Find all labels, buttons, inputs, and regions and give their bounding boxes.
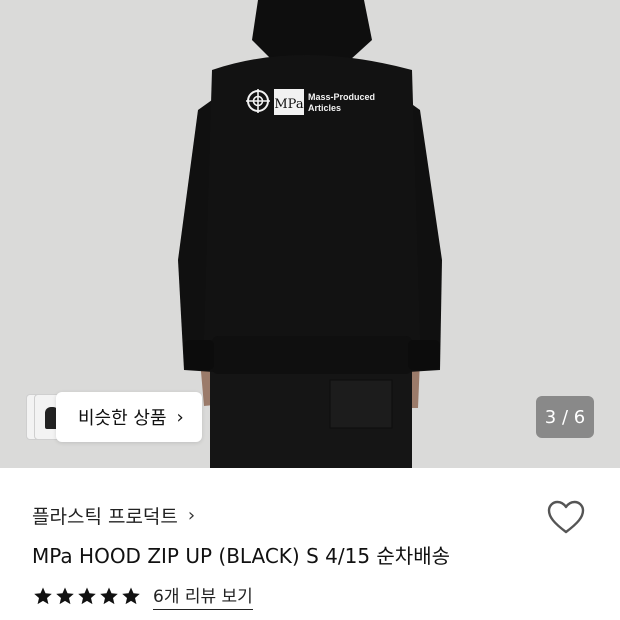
- chevron-right-icon: ›: [187, 505, 196, 526]
- star-icon: [100, 587, 118, 605]
- product-title: MPa HOOD ZIP UP (BLACK) S 4/15 순차배송: [32, 544, 451, 568]
- print-tagline-1: Mass-Produced: [308, 92, 375, 102]
- similar-products-label: 비슷한 상품: [78, 408, 167, 429]
- chevron-right-icon: ›: [176, 406, 184, 428]
- rating-row: 6개 리뷰 보기: [33, 582, 253, 610]
- print-logo-text: MPa: [274, 97, 303, 112]
- brand-link[interactable]: 플라스틱 프로덕트 ›: [32, 502, 195, 529]
- similar-products-button[interactable]: 비슷한 상품 ›: [56, 392, 202, 442]
- product-image-gallery[interactable]: MPa Mass-Produced Articles 비슷한 상품 › 3 / …: [0, 0, 620, 468]
- star-icon: [34, 587, 52, 605]
- product-info: 플라스틱 프로덕트 › MPa HOOD ZIP UP (BLACK) S 4/…: [0, 468, 620, 620]
- print-tagline-2: Articles: [308, 103, 341, 113]
- star-icon: [78, 587, 96, 605]
- heart-outline-icon[interactable]: [546, 498, 586, 538]
- image-counter: 3 / 6: [536, 396, 594, 438]
- star-icon: [122, 587, 140, 605]
- review-link[interactable]: 6개 리뷰 보기: [153, 582, 253, 610]
- star-rating: [33, 586, 143, 606]
- star-icon: [56, 587, 74, 605]
- brand-name: 플라스틱 프로덕트: [32, 506, 178, 528]
